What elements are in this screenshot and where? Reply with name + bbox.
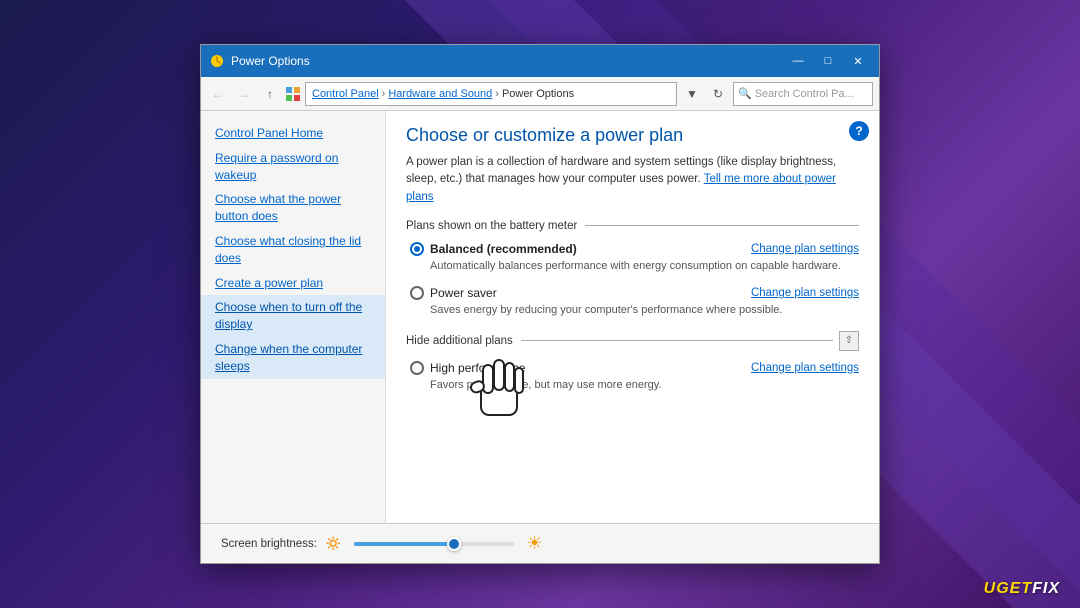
plans-section-label: Plans shown on the battery meter	[406, 220, 585, 232]
plan-power-saver-header: Power saver Change plan settings	[410, 286, 859, 300]
up-button[interactable]: ↑	[259, 83, 281, 105]
additional-plans-label: Hide additional plans	[406, 335, 521, 347]
sidebar: Control Panel Home Require a password on…	[201, 111, 386, 523]
window-controls: — □ ✕	[785, 51, 871, 71]
plan-power-saver: Power saver Change plan settings Saves e…	[406, 286, 859, 318]
plan-balanced-label[interactable]: Balanced (recommended)	[410, 242, 577, 256]
search-icon: 🔍	[738, 87, 752, 100]
plan-power-saver-name: Power saver	[430, 286, 497, 300]
plans-section-header: Plans shown on the battery meter	[406, 220, 859, 232]
plan-high-performance: High performance Change plan settings Fa…	[406, 361, 859, 393]
panel-description: A power plan is a collection of hardware…	[406, 154, 859, 206]
plan-power-saver-radio[interactable]	[410, 286, 424, 300]
back-button[interactable]: ←	[207, 83, 229, 105]
sidebar-item-turn-off-display[interactable]: Choose when to turn off the display	[201, 295, 385, 337]
plan-high-performance-label[interactable]: High performance	[410, 361, 525, 375]
address-path[interactable]: Control Panel › Hardware and Sound › Pow…	[305, 82, 677, 106]
sidebar-item-create-plan[interactable]: Create a power plan	[201, 271, 385, 296]
window-title: Power Options	[231, 54, 785, 68]
path-hardware-sound: Hardware and Sound	[388, 88, 492, 100]
search-box[interactable]: 🔍 Search Control Pa...	[733, 82, 873, 106]
forward-button[interactable]: →	[233, 83, 255, 105]
watermark: UGETFIX	[984, 580, 1060, 598]
additional-section-line	[521, 340, 833, 341]
additional-plans-toggle[interactable]: ⇧	[839, 331, 859, 351]
maximize-button[interactable]: □	[815, 51, 841, 71]
plan-balanced-radio[interactable]	[410, 242, 424, 256]
watermark-prefix: UGET	[984, 580, 1032, 597]
plan-balanced-change-link[interactable]: Change plan settings	[751, 243, 859, 255]
brightness-thumb[interactable]	[447, 537, 461, 551]
plan-balanced: Balanced (recommended) Change plan setti…	[406, 242, 859, 274]
brightness-slider[interactable]	[354, 542, 514, 546]
search-placeholder: Search Control Pa...	[755, 88, 854, 100]
sidebar-highlighted-area: Choose when to turn off the display Chan…	[201, 295, 385, 378]
refresh-button[interactable]: ↻	[707, 83, 729, 105]
dropdown-button[interactable]: ▼	[681, 83, 703, 105]
plan-balanced-header: Balanced (recommended) Change plan setti…	[410, 242, 859, 256]
close-button[interactable]: ✕	[845, 51, 871, 71]
bottom-bar: Screen brightness: 🔅 ☀	[201, 523, 879, 563]
sidebar-item-control-panel-home[interactable]: Control Panel Home	[201, 121, 385, 146]
section-line	[585, 225, 859, 226]
path-power-options: Power Options	[502, 88, 574, 100]
plan-high-performance-radio[interactable]	[410, 361, 424, 375]
brightness-icon-high: ☀	[526, 533, 542, 554]
plan-balanced-description: Automatically balances performance with …	[410, 259, 859, 274]
sidebar-spacer	[201, 379, 385, 523]
plan-power-saver-description: Saves energy by reducing your computer's…	[410, 303, 859, 318]
main-content: Control Panel Home Require a password on…	[201, 111, 879, 523]
help-button[interactable]: ?	[849, 121, 869, 141]
title-bar: Power Options — □ ✕	[201, 45, 879, 77]
plan-high-performance-name: High performance	[430, 361, 525, 375]
sidebar-item-lid-close[interactable]: Choose what closing the lid does	[201, 229, 385, 271]
plan-high-performance-description: Favors performance, but may use more ene…	[410, 378, 859, 393]
power-options-window: Power Options — □ ✕ ← → ↑ Control Panel …	[200, 44, 880, 564]
address-bar: ← → ↑ Control Panel › Hardware and Sound…	[201, 77, 879, 111]
right-panel: ? Choose or customize a power plan A pow…	[386, 111, 879, 523]
minimize-button[interactable]: —	[785, 51, 811, 71]
additional-plans-section-header: Hide additional plans ⇧	[406, 331, 859, 351]
brightness-label: Screen brightness:	[221, 538, 317, 550]
plan-power-saver-change-link[interactable]: Change plan settings	[751, 287, 859, 299]
window-icon	[209, 53, 225, 69]
plan-power-saver-label[interactable]: Power saver	[410, 286, 497, 300]
brightness-icon-low: 🔅	[325, 535, 342, 552]
sidebar-item-change-sleep[interactable]: Change when the computer sleeps	[201, 337, 385, 379]
watermark-suffix: FIX	[1032, 580, 1060, 597]
plan-high-performance-change-link[interactable]: Change plan settings	[751, 362, 859, 374]
control-panel-icon	[285, 86, 301, 102]
sidebar-item-require-password[interactable]: Require a password on wakeup	[201, 146, 385, 188]
plan-balanced-name: Balanced (recommended)	[430, 242, 577, 256]
sidebar-item-power-button[interactable]: Choose what the power button does	[201, 187, 385, 229]
panel-title: Choose or customize a power plan	[406, 125, 859, 146]
path-control-panel: Control Panel	[312, 88, 379, 100]
plan-high-performance-header: High performance Change plan settings	[410, 361, 859, 375]
